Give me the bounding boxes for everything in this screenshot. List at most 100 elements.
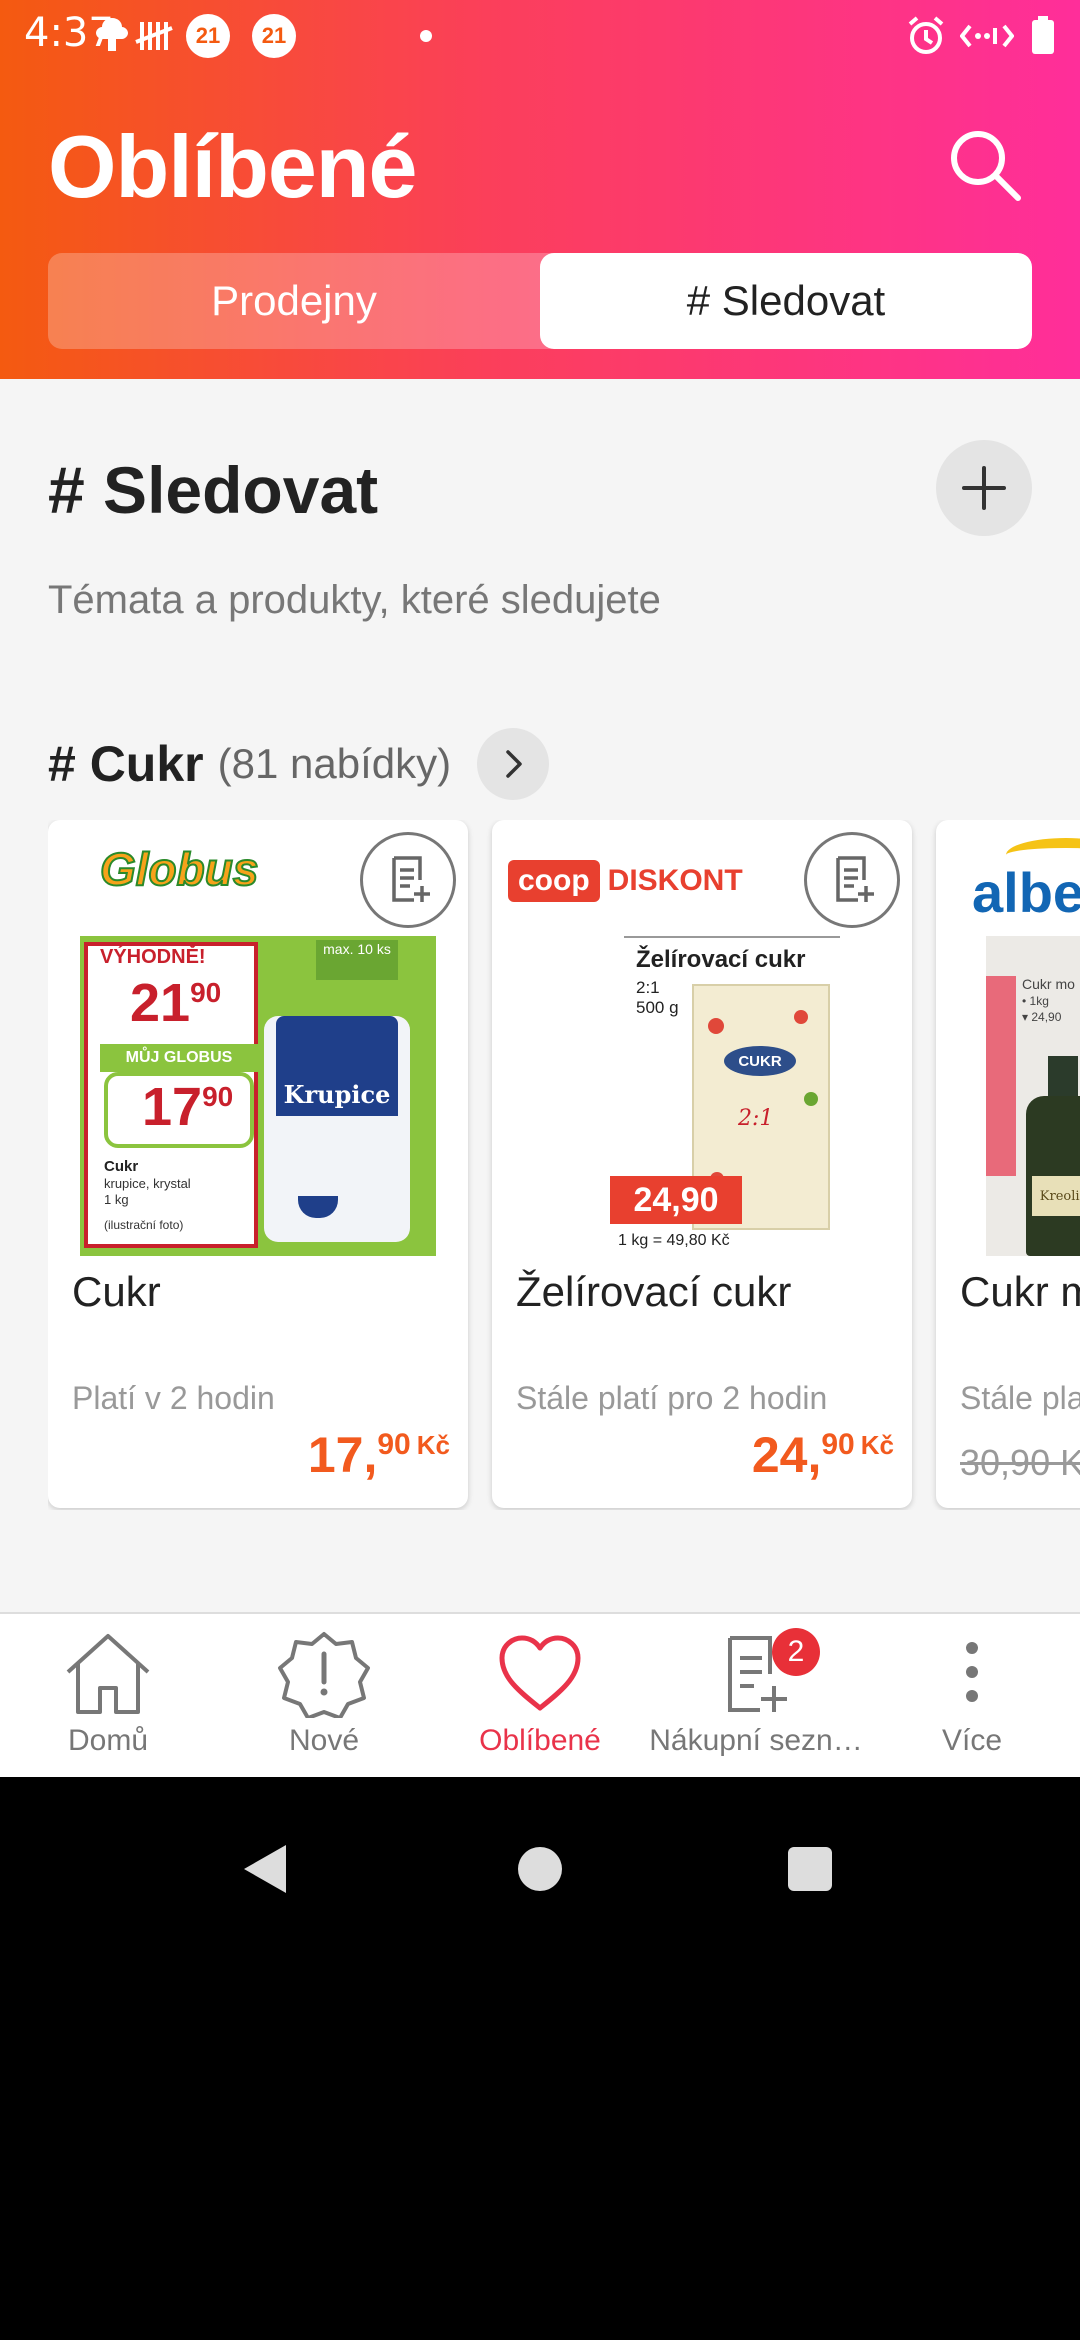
offer-card[interactable]: coop DISKONT Želírovací cukr 2:1 500 g C… [492, 820, 912, 1508]
image-bottle-label: Kreolis [1032, 1176, 1080, 1216]
image-old-price: 21 [130, 973, 191, 1033]
image-desc-line2: 1 kg [104, 1192, 129, 1207]
image-limit: max. 10 ks [316, 940, 398, 980]
more-vertical-icon [966, 1642, 978, 1702]
home-circle-icon[interactable] [518, 1847, 562, 1891]
nav-new-label: Nové [288, 1724, 360, 1757]
product-image: Želírovací cukr 2:1 500 g CUKR 2:1 24,90… [524, 936, 880, 1256]
header: 4:37 21 21 Oblíbené Prodejny # Sledovat [0, 0, 1080, 379]
price-currency: Kč [416, 1430, 450, 1460]
image-weight: 500 g [636, 998, 679, 1017]
nav-favorites-label: Oblíbené [479, 1724, 601, 1757]
image-old-price-dec: 90 [190, 977, 222, 1008]
nav-new[interactable]: Nové [216, 1614, 432, 1777]
store-logo-coop: coop DISKONT [508, 860, 743, 902]
tally-icon [134, 14, 174, 58]
add-to-list-button[interactable] [804, 832, 900, 928]
image-title: Želírovací cukr [636, 946, 806, 973]
image-line1: Cukr mo [1022, 976, 1075, 992]
image-desc-line1: krupice, krystal [104, 1176, 191, 1191]
notification-badge-21b: 21 [252, 14, 296, 58]
notification-badge-21b-text: 21 [252, 14, 296, 58]
page-title: Oblíbené [48, 117, 417, 216]
price-decimal: 90 [821, 1428, 855, 1461]
image-ratio: 2:1 [636, 978, 660, 997]
nav-home-label: Domů [67, 1724, 149, 1757]
image-club: MŮJ GLOBUS [100, 1044, 258, 1072]
shopping-list-badge: 2 [772, 1628, 820, 1676]
offer-card[interactable]: Globus VÝHODNĚ! 2190 MŮJ GLOBUS 1790 Cuk… [48, 820, 468, 1508]
cloud-icon [92, 14, 132, 58]
plus-icon [962, 466, 1006, 510]
store-logo-coop-text: DISKONT [607, 864, 743, 897]
notification-badge-21: 21 [186, 14, 230, 58]
nav-shopping-list[interactable]: 2 Nákupní sezn… [648, 1614, 864, 1777]
old-price: 30,90 Kč [960, 1442, 1080, 1483]
add-to-list-icon [392, 856, 430, 902]
store-logo-albert: albe [972, 861, 1080, 924]
alert-badge-icon [278, 1632, 370, 1718]
status-bar: 4:37 21 21 [0, 0, 1080, 72]
offer-validity: Platí v 2 hodin [72, 1380, 275, 1416]
topic-name: # Cukr [48, 736, 204, 792]
image-old-price-wrap: 2190 [130, 972, 221, 1034]
image-unit-price: 1 kg = 49,80 Kč [618, 1232, 730, 1249]
tab-prodejny[interactable]: Prodejny [48, 253, 540, 349]
chevron-right-icon [506, 750, 522, 778]
image-new-price-wrap: 1790 [142, 1076, 233, 1138]
add-to-list-button[interactable] [360, 832, 456, 928]
topic-header[interactable]: # Cukr (81 nabídky) [48, 728, 550, 800]
nav-more[interactable]: Více [864, 1614, 1080, 1777]
price-decimal: 90 [377, 1428, 411, 1461]
image-line2: • 1kg [1022, 994, 1049, 1008]
segmented-control: Prodejny # Sledovat [48, 253, 1032, 349]
heart-icon [499, 1635, 581, 1711]
image-new-price-dec: 90 [202, 1081, 234, 1112]
price-currency: Kč [860, 1430, 894, 1460]
add-to-list-icon [836, 856, 874, 902]
search-icon [951, 131, 1021, 201]
product-image: Cukr mo • 1kg ▾ 24,90 Kreolis [986, 936, 1080, 1256]
store-logo-coop-mark: coop [508, 860, 600, 902]
product-name: Cukr [72, 1268, 161, 1315]
image-line3: ▾ 24,90 [1022, 1010, 1062, 1024]
image-price: 24,90 [610, 1176, 742, 1224]
product-name: Želírovací cukr [516, 1268, 792, 1315]
battery-icon [1030, 14, 1056, 58]
bottom-navigation: Domů Nové Oblíbené 2 Nákupní sezn… Více [0, 1612, 1080, 1777]
recents-icon[interactable] [788, 1847, 832, 1891]
system-navigation-bar [0, 1777, 1080, 1917]
app-screen: 4:37 21 21 Oblíbené Prodejny # Sledovat … [0, 0, 1080, 1777]
nav-favorites[interactable]: Oblíbené [432, 1614, 648, 1777]
topic-count: (81 nabídky) [217, 740, 452, 787]
search-button[interactable] [940, 120, 1028, 208]
image-flag: VÝHODNĚ! [100, 946, 206, 968]
dot-icon [420, 14, 432, 58]
image-pack-label: Krupice [283, 1080, 391, 1109]
product-image: VÝHODNĚ! 2190 MŮJ GLOBUS 1790 Cukr krupi… [80, 936, 436, 1256]
notification-badge-21-text: 21 [186, 14, 230, 58]
image-desc-title: Cukr [104, 1158, 139, 1175]
tab-sledovat[interactable]: # Sledovat [540, 253, 1032, 349]
alarm-icon [904, 14, 948, 58]
nav-home[interactable]: Domů [0, 1614, 216, 1777]
nav-more-label: Více [941, 1724, 1003, 1757]
image-new-price: 17 [142, 1077, 203, 1137]
offer-card[interactable]: albe Cukr mo • 1kg ▾ 24,90 Kreolis Cukr … [936, 820, 1080, 1508]
offer-validity: Stále platí pro 2 hodin [516, 1380, 828, 1416]
signal-icon [960, 14, 1014, 58]
product-price: 17, 90 Kč [308, 1426, 450, 1484]
image-pack-label: CUKR [724, 1046, 796, 1076]
image-desc-note: (ilustrační foto) [104, 1218, 184, 1232]
topic-open-button[interactable] [477, 728, 550, 800]
add-topic-button[interactable] [936, 440, 1032, 536]
offer-validity: Stále pla [960, 1380, 1080, 1416]
home-icon [66, 1634, 150, 1714]
section-subtitle: Témata a produkty, které sledujete [48, 578, 661, 622]
price-main: 17, [307, 1427, 378, 1483]
price-main: 24, [751, 1427, 822, 1483]
image-pack-ratio: 2:1 [738, 1106, 774, 1131]
back-icon[interactable] [244, 1845, 286, 1893]
store-logo-globus: Globus [99, 842, 259, 896]
offers-carousel[interactable]: Globus VÝHODNĚ! 2190 MŮJ GLOBUS 1790 Cuk… [48, 820, 1080, 1510]
